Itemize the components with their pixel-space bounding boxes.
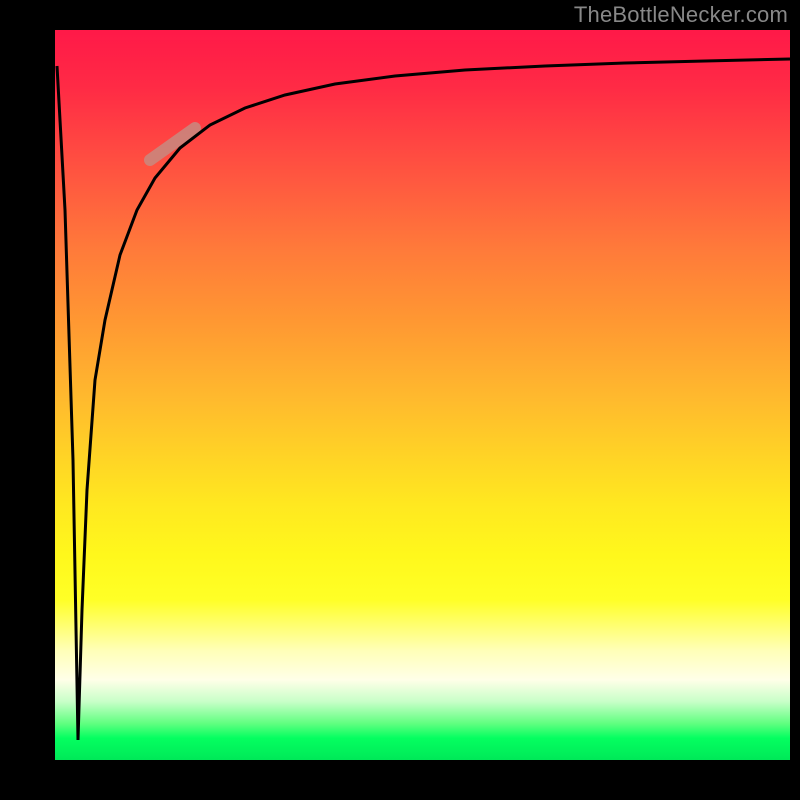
chart-curve-layer bbox=[55, 30, 790, 760]
watermark-text: TheBottleNecker.com bbox=[574, 2, 788, 28]
bottleneck-curve bbox=[57, 59, 790, 740]
